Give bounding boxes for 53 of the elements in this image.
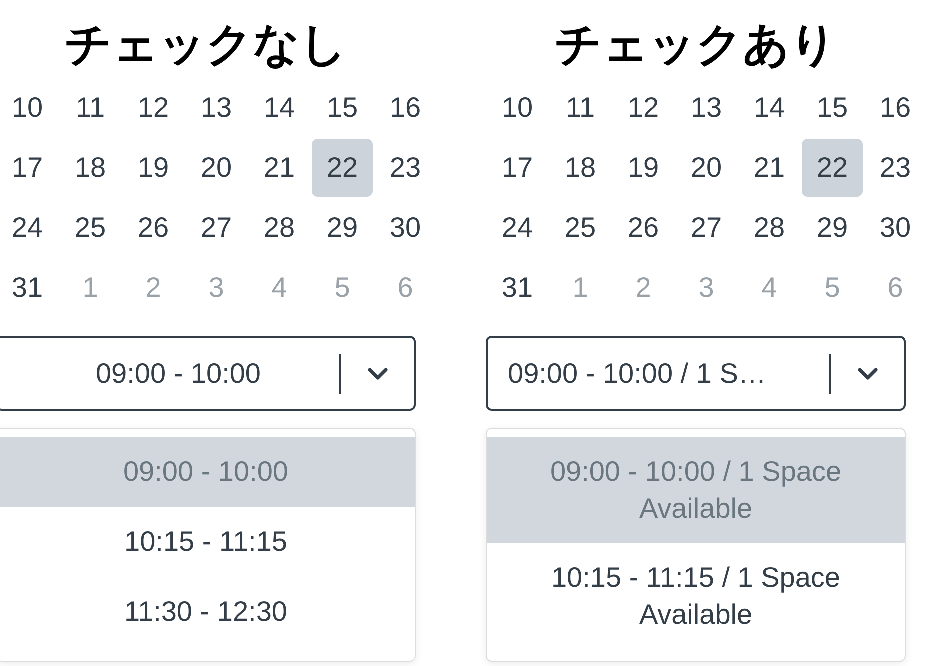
calendar-day[interactable]: 26 bbox=[613, 199, 674, 257]
chevron-down-icon bbox=[368, 368, 388, 380]
calendar-day[interactable]: 10 bbox=[487, 79, 548, 137]
calendar-day[interactable]: 19 bbox=[613, 139, 674, 197]
time-select[interactable]: 09:00 - 10:00 / 1 S… bbox=[486, 336, 906, 411]
calendar-day[interactable]: 25 bbox=[60, 199, 121, 257]
dropdown-option[interactable]: 10:15 - 11:15 / 1 Space Available bbox=[487, 543, 905, 649]
panel-title: チェックなし bbox=[64, 16, 348, 73]
calendar-day[interactable]: 21 bbox=[249, 139, 310, 197]
calendar-day[interactable]: 30 bbox=[375, 199, 436, 257]
calendar-day[interactable]: 27 bbox=[186, 199, 247, 257]
calendar-day[interactable]: 23 bbox=[865, 139, 926, 197]
calendar-day[interactable]: 11 bbox=[60, 79, 121, 137]
calendar-day[interactable]: 28 bbox=[739, 199, 800, 257]
calendar-day[interactable]: 14 bbox=[739, 79, 800, 137]
calendar-day[interactable]: 17 bbox=[487, 139, 548, 197]
calendar-day[interactable]: 20 bbox=[676, 139, 737, 197]
calendar-day[interactable]: 21 bbox=[739, 139, 800, 197]
calendar-day[interactable]: 20 bbox=[186, 139, 247, 197]
calendar-day[interactable]: 16 bbox=[375, 79, 436, 137]
calendar-day[interactable]: 24 bbox=[487, 199, 548, 257]
calendar-day[interactable]: 13 bbox=[186, 79, 247, 137]
calendar-day[interactable]: 29 bbox=[802, 199, 863, 257]
calendar-day[interactable]: 17 bbox=[0, 139, 58, 197]
calendar-day[interactable]: 18 bbox=[550, 139, 611, 197]
dropdown-option[interactable]: 11:30 - 12:30 bbox=[0, 577, 415, 647]
calendar-day[interactable]: 18 bbox=[60, 139, 121, 197]
calendar-day[interactable]: 27 bbox=[676, 199, 737, 257]
calendar-day[interactable]: 29 bbox=[312, 199, 373, 257]
dropdown-option[interactable]: 10:15 - 11:15 bbox=[0, 507, 415, 577]
calendar-day[interactable]: 22 bbox=[802, 139, 863, 197]
calendar-day[interactable]: 15 bbox=[312, 79, 373, 137]
calendar-day[interactable]: 31 bbox=[487, 259, 548, 317]
calendar-day[interactable]: 31 bbox=[0, 259, 58, 317]
calendar-day[interactable]: 19 bbox=[123, 139, 184, 197]
calendar-day[interactable]: 11 bbox=[550, 79, 611, 137]
calendar-day[interactable]: 25 bbox=[550, 199, 611, 257]
time-select[interactable]: 09:00 - 10:00 bbox=[0, 336, 416, 411]
calendar-day[interactable]: 30 bbox=[865, 199, 926, 257]
calendar-day[interactable]: 22 bbox=[312, 139, 373, 197]
calendar-day[interactable]: 24 bbox=[0, 199, 58, 257]
calendar-day[interactable]: 28 bbox=[249, 199, 310, 257]
calendar-day[interactable]: 26 bbox=[123, 199, 184, 257]
calendar-day[interactable]: 23 bbox=[375, 139, 436, 197]
calendar-day[interactable]: 12 bbox=[613, 79, 674, 137]
calendar-day[interactable]: 13 bbox=[676, 79, 737, 137]
chevron-down-icon bbox=[858, 368, 878, 380]
panel-title: チェックあり bbox=[554, 16, 838, 73]
calendar-day[interactable]: 15 bbox=[802, 79, 863, 137]
calendar-day[interactable]: 12 bbox=[123, 79, 184, 137]
calendar-day[interactable]: 16 bbox=[865, 79, 926, 137]
calendar-day[interactable]: 14 bbox=[249, 79, 310, 137]
calendar-day[interactable]: 10 bbox=[0, 79, 58, 137]
